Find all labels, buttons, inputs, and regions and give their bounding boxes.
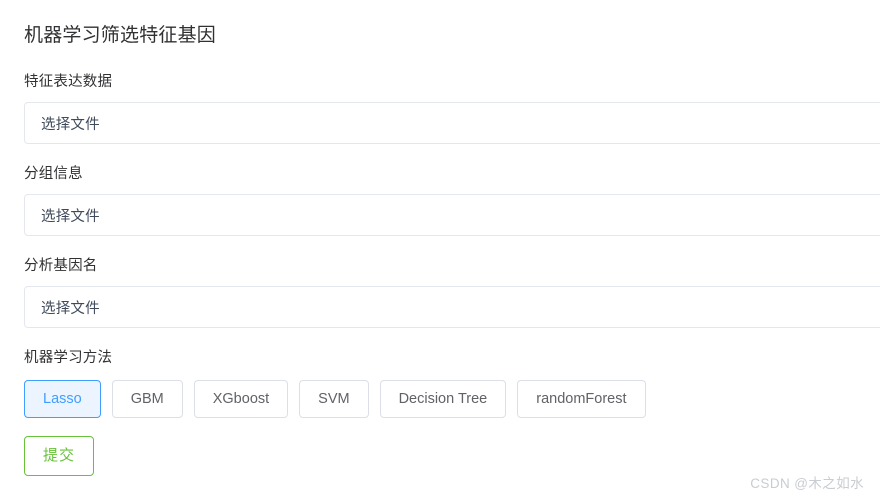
field-gene-names: 分析基因名 选择文件 bbox=[24, 256, 880, 328]
page-title: 机器学习筛选特征基因 bbox=[24, 25, 217, 46]
file-input-placeholder-gene-names: 选择文件 bbox=[41, 300, 100, 317]
ml-method-button-lasso[interactable]: Lasso bbox=[24, 380, 101, 418]
form-container: 机器学习筛选特征基因 特征表达数据 选择文件 分组信息 选择文件 分析基因名 选… bbox=[24, 22, 880, 476]
file-input-placeholder-expression-data: 选择文件 bbox=[41, 116, 100, 133]
file-input-placeholder-group-info: 选择文件 bbox=[41, 208, 100, 225]
ml-method-button-svm[interactable]: SVM bbox=[299, 380, 369, 418]
field-label-gene-names: 分析基因名 bbox=[24, 258, 98, 274]
file-input-gene-names[interactable]: 选择文件 bbox=[24, 286, 880, 328]
field-expression-data: 特征表达数据 选择文件 bbox=[24, 72, 880, 144]
ml-method-button-random-forest[interactable]: randomForest bbox=[517, 380, 646, 418]
field-group-info: 分组信息 选择文件 bbox=[24, 164, 880, 236]
ml-method-button-xgboost[interactable]: XGboost bbox=[193, 380, 289, 418]
submit-button[interactable]: 提交 bbox=[24, 436, 95, 476]
ml-method-button-group: Lasso GBM XGboost SVM Decision Tree rand… bbox=[24, 380, 880, 418]
ml-method-button-decision-tree[interactable]: Decision Tree bbox=[379, 380, 507, 418]
field-label-ml-method: 机器学习方法 bbox=[24, 350, 113, 366]
field-label-group-info: 分组信息 bbox=[24, 166, 83, 182]
app-page: 机器学习筛选特征基因 特征表达数据 选择文件 分组信息 选择文件 分析基因名 选… bbox=[0, 0, 880, 502]
csdn-watermark: CSDN @木之如水 bbox=[750, 476, 864, 491]
file-input-group-info[interactable]: 选择文件 bbox=[24, 194, 880, 236]
file-input-expression-data[interactable]: 选择文件 bbox=[24, 102, 880, 144]
field-label-expression-data: 特征表达数据 bbox=[24, 74, 113, 90]
ml-method-button-gbm[interactable]: GBM bbox=[111, 380, 183, 418]
